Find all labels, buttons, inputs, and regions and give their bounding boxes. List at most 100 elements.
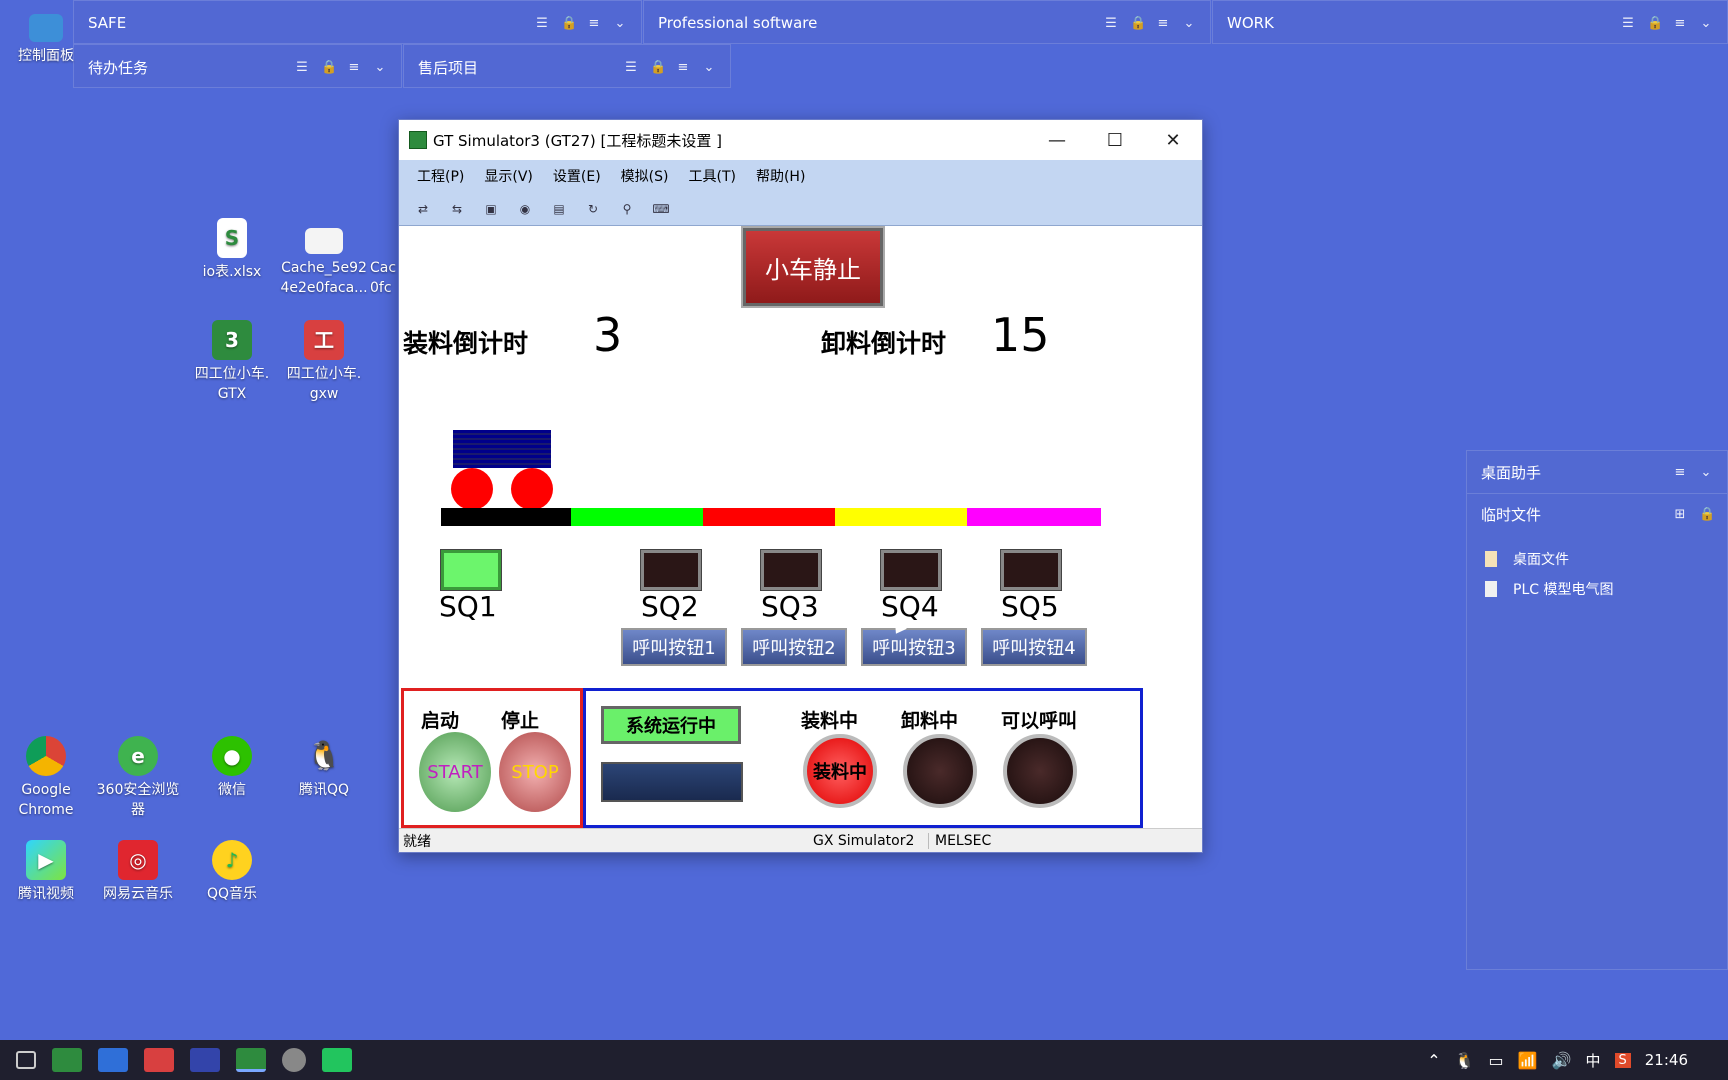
save-icon[interactable]: ▣: [479, 198, 503, 220]
grid-icon[interactable]: ⊞: [1673, 507, 1687, 522]
tray-clock[interactable]: 21:46: [1645, 1051, 1688, 1069]
desktop-icon-gtx[interactable]: 3 四工位小车. GTX: [186, 320, 278, 404]
list-item[interactable]: PLC 模型电气图: [1467, 569, 1727, 599]
tray-battery-icon[interactable]: ▭: [1489, 1051, 1504, 1070]
lock-icon[interactable]: 🔒: [321, 60, 337, 75]
keyboard-icon[interactable]: ⌨: [649, 198, 673, 220]
tray-ime[interactable]: 中: [1585, 1050, 1600, 1071]
media-taskbar-icon[interactable]: [282, 1048, 306, 1072]
gt-simulator-taskbar-icon[interactable]: [236, 1048, 266, 1072]
desktop-icon-tencent-video[interactable]: ▶ 腾讯视频: [0, 840, 92, 904]
sq4-lamp: [880, 549, 942, 591]
menu-icon[interactable]: ≡: [1673, 16, 1687, 31]
desktop-icon-wechat[interactable]: ● 微信: [186, 736, 278, 800]
toolbar: ⇄ ⇆ ▣ ◉ ▤ ↻ ⚲ ⌨: [399, 192, 1202, 226]
chevron-down-icon[interactable]: ⌄: [702, 60, 716, 75]
fence-work[interactable]: WORK ☰ 🔒 ≡ ⌄: [1212, 0, 1728, 44]
chevron-down-icon[interactable]: ⌄: [1182, 16, 1196, 31]
menu-view[interactable]: 显示(V): [484, 166, 533, 186]
refresh-icon[interactable]: ↻: [581, 198, 605, 220]
menu-settings[interactable]: 设置(E): [553, 166, 601, 186]
sq1-lamp: [440, 549, 502, 591]
chevron-down-icon[interactable]: ⌄: [1699, 465, 1713, 480]
call-button-3[interactable]: 呼叫按钮3: [861, 628, 967, 666]
tray-chevron-up-icon[interactable]: ⌃: [1427, 1051, 1440, 1070]
video-play-icon: ▶: [26, 840, 66, 880]
lock-icon[interactable]: 🔒: [1647, 16, 1663, 31]
callable-label: 可以呼叫: [1001, 710, 1078, 732]
lock-icon[interactable]: 🔒: [650, 60, 666, 75]
fence-todo[interactable]: 待办任务 ☰ 🔒 ≡ ⌄: [73, 44, 402, 88]
list-item-label: PLC 模型电气图: [1513, 582, 1614, 598]
call-button-4[interactable]: 呼叫按钮4: [981, 628, 1087, 666]
tray-sogou-icon[interactable]: S: [1614, 1052, 1631, 1068]
menu-help[interactable]: 帮助(H): [756, 166, 805, 186]
menu-icon[interactable]: ≡: [1673, 465, 1687, 480]
cart-body: [453, 430, 551, 468]
desktop-icon-cache-2[interactable]: Cac 0fc: [370, 258, 400, 298]
desktop-icon-gxw[interactable]: 工 四工位小车. gxw: [278, 320, 370, 404]
desktop-icon-cache[interactable]: Cache_5e92 4e2e0faca...: [278, 228, 370, 298]
desktop-icon-chrome[interactable]: Google Chrome: [0, 736, 92, 820]
disconnect-icon[interactable]: ⇆: [445, 198, 469, 220]
list-icon[interactable]: ☰: [295, 60, 309, 75]
maximize-button[interactable]: ☐: [1086, 120, 1144, 160]
gt-simulator-window[interactable]: GT Simulator3 (GT27) [工程标题未设置 ] — ☐ ✕ 工程…: [398, 119, 1203, 853]
gx-works-taskbar-icon[interactable]: [144, 1048, 174, 1072]
menu-tools[interactable]: 工具(T): [688, 166, 735, 186]
desktop-icon-netease-music[interactable]: ◎ 网易云音乐: [92, 840, 184, 904]
desktop-icon-io-xlsx[interactable]: S io表.xlsx: [186, 218, 278, 282]
monitor-taskbar-icon[interactable]: [190, 1048, 220, 1072]
call-button-1[interactable]: 呼叫按钮1: [621, 628, 727, 666]
tray-qq-icon[interactable]: 🐧: [1455, 1051, 1475, 1070]
list-icon[interactable]: ☰: [1104, 16, 1118, 31]
tray-volume-icon[interactable]: 🔊: [1552, 1051, 1572, 1070]
desktop-icon-qq-music[interactable]: ♪ QQ音乐: [186, 840, 278, 904]
minimize-button[interactable]: —: [1028, 120, 1086, 160]
desktop-assistant-panel[interactable]: 桌面助手 ≡ ⌄ 临时文件 ⊞ 🔒 桌面文件 PLC 模型电气图: [1466, 450, 1728, 970]
desktop-icon-control-panel[interactable]: 控制面板: [0, 14, 92, 66]
list-icon[interactable]: ☰: [1621, 16, 1635, 31]
close-button[interactable]: ✕: [1144, 120, 1202, 160]
status-plc-type: MELSEC: [935, 832, 992, 849]
chevron-down-icon[interactable]: ⌄: [613, 16, 627, 31]
list-icon[interactable]: ☰: [535, 16, 549, 31]
debug-icon[interactable]: ⚲: [615, 198, 639, 220]
connect-icon[interactable]: ⇄: [411, 198, 435, 220]
menu-icon[interactable]: ≡: [587, 16, 601, 31]
wps-taskbar-icon[interactable]: [98, 1048, 128, 1072]
fence-safe[interactable]: SAFE ☰ 🔒 ≡ ⌄: [73, 0, 642, 44]
lock-icon[interactable]: 🔒: [1699, 507, 1715, 522]
device-monitor-icon[interactable]: ▤: [547, 198, 571, 220]
fence-professional[interactable]: Professional software ☰ 🔒 ≡ ⌄: [643, 0, 1211, 44]
list-icon[interactable]: ☰: [624, 60, 638, 75]
stop-button[interactable]: STOP: [499, 732, 571, 812]
menu-icon[interactable]: ≡: [347, 60, 361, 75]
screen-record-taskbar-icon[interactable]: [322, 1048, 352, 1072]
fence-aftersale[interactable]: 售后项目 ☰ 🔒 ≡ ⌄: [403, 44, 731, 88]
tray-network-icon[interactable]: 📶: [1518, 1051, 1538, 1070]
desktop-icon-qq[interactable]: 🐧 腾讯QQ: [278, 736, 370, 800]
lock-icon[interactable]: 🔒: [1130, 16, 1146, 31]
call-button-2[interactable]: 呼叫按钮2: [741, 628, 847, 666]
record-icon[interactable]: ◉: [513, 198, 537, 220]
chevron-down-icon[interactable]: ⌄: [373, 60, 387, 75]
task-view-icon[interactable]: [16, 1051, 36, 1069]
side-panel-header: 桌面助手 ≡ ⌄: [1467, 451, 1727, 493]
lock-icon[interactable]: 🔒: [561, 16, 577, 31]
loading-label: 装料中: [801, 710, 859, 732]
load-countdown-value: 3: [593, 308, 623, 362]
desktop-icon-label: 腾讯视频: [18, 886, 74, 902]
menu-icon[interactable]: ≡: [1156, 16, 1170, 31]
hmi-screen: 小车静止 装料倒计时 3 卸料倒计时 15 SQ1 SQ2 SQ3 SQ4 SQ…: [401, 226, 1201, 828]
car-status-button[interactable]: 小车静止: [741, 226, 885, 308]
menu-simulate[interactable]: 模拟(S): [621, 166, 669, 186]
start-button[interactable]: START: [419, 732, 491, 812]
desktop-icon-360[interactable]: e 360安全浏览器: [92, 736, 184, 820]
gt-designer-taskbar-icon[interactable]: [52, 1048, 82, 1072]
chevron-down-icon[interactable]: ⌄: [1699, 16, 1713, 31]
window-titlebar[interactable]: GT Simulator3 (GT27) [工程标题未设置 ] — ☐ ✕: [399, 120, 1202, 160]
menu-project[interactable]: 工程(P): [417, 166, 464, 186]
list-item[interactable]: 桌面文件: [1467, 535, 1727, 569]
menu-icon[interactable]: ≡: [676, 60, 690, 75]
